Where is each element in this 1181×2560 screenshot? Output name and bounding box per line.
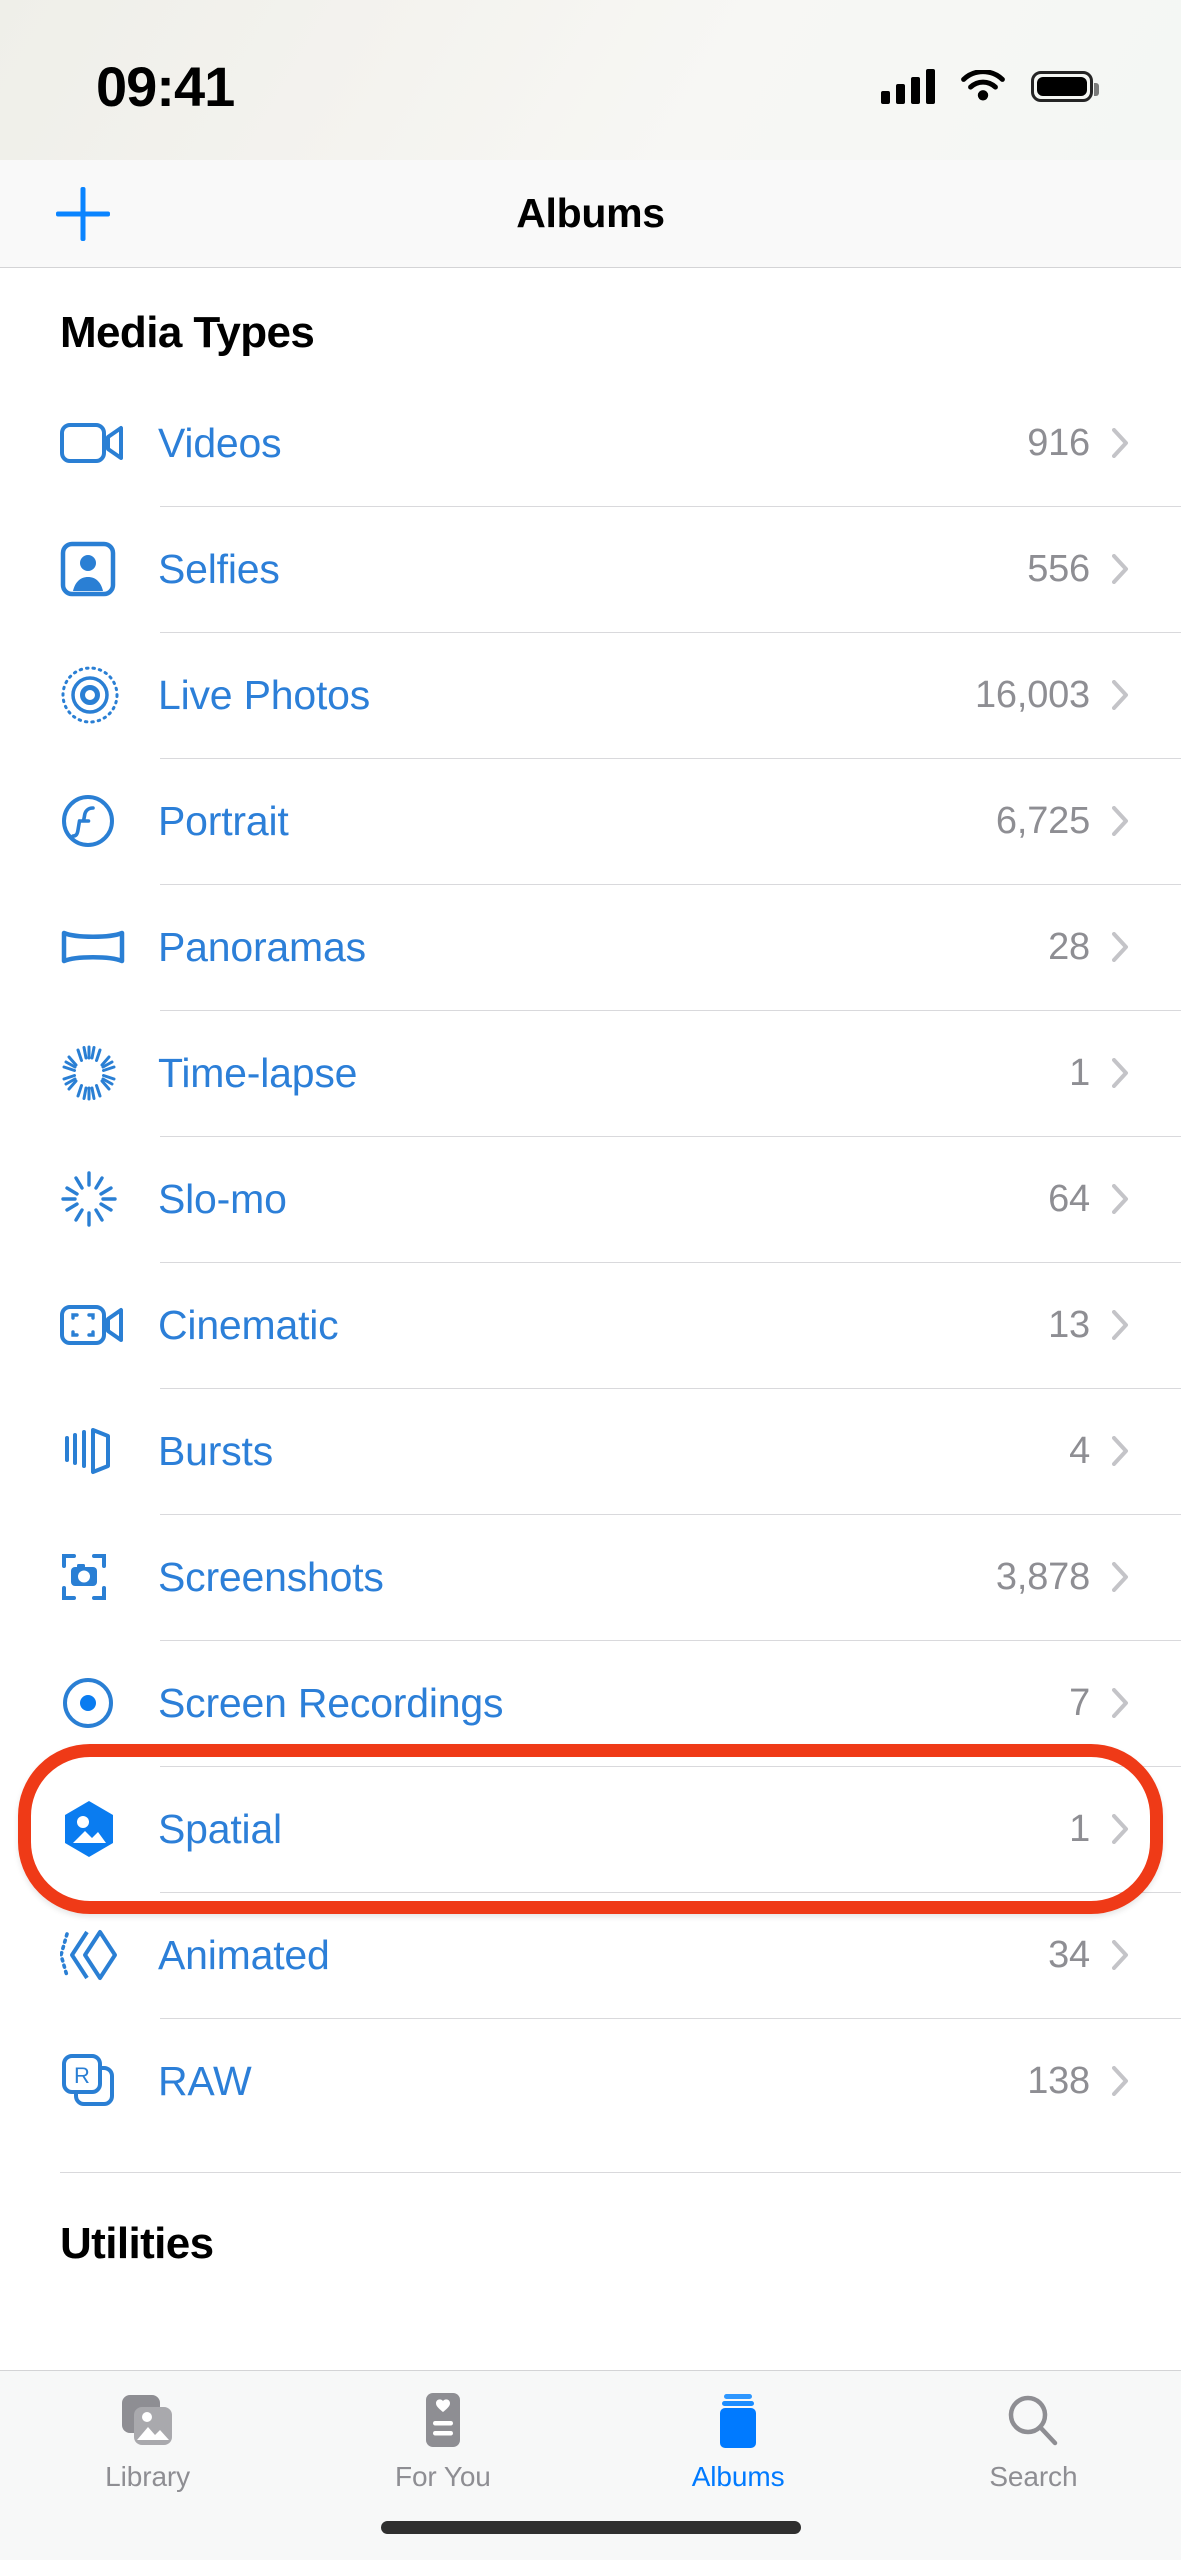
list-item-label: Animated <box>158 1931 330 1978</box>
list-item-count: 64 <box>1048 1177 1090 1220</box>
list-item-count: 4 <box>1069 1429 1090 1472</box>
list-item[interactable]: Slo-mo 64 <box>0 1136 1181 1262</box>
cinematic-video-icon <box>60 1302 132 1348</box>
list-item-count: 916 <box>1027 421 1090 464</box>
animated-diamond-icon <box>60 1927 132 1983</box>
photo-stack-icon <box>119 2389 177 2451</box>
albums-books-icon <box>712 2389 764 2451</box>
list-item[interactable]: R RAW 138 <box>0 2018 1181 2144</box>
list-item-count: 6,725 <box>995 799 1090 842</box>
chevron-right-icon <box>1112 932 1129 962</box>
list-item-count: 1 <box>1069 1807 1090 1850</box>
list-item[interactable]: Portrait 6,725 <box>0 758 1181 884</box>
list-item[interactable]: Selfies 556 <box>0 506 1181 632</box>
live-photo-icon <box>60 665 132 725</box>
albums-list: Media Types Videos 916 Selfies 556 Live … <box>0 268 1181 2370</box>
selfie-person-icon <box>60 541 132 597</box>
media-types-rows: Videos 916 Selfies 556 Live Photos 16,00 <box>0 380 1181 2144</box>
chevron-right-icon <box>1112 806 1129 836</box>
list-item-label: Selfies <box>158 545 280 592</box>
list-item-count: 1 <box>1069 1051 1090 1094</box>
chevron-right-icon <box>1112 554 1129 584</box>
chevron-right-icon <box>1112 680 1129 710</box>
chevron-right-icon <box>1112 1940 1129 1970</box>
chevron-right-icon <box>1112 1058 1129 1088</box>
list-item-count: 28 <box>1048 925 1090 968</box>
list-item-count: 16,003 <box>974 673 1090 716</box>
list-item[interactable]: Panoramas 28 <box>0 884 1181 1010</box>
list-item[interactable]: Videos 916 <box>0 380 1181 506</box>
for-you-card-icon <box>419 2389 467 2451</box>
status-bar-time: 09:41 <box>96 54 235 118</box>
list-item[interactable]: Live Photos 16,003 <box>0 632 1181 758</box>
list-item-spatial[interactable]: Spatial 1 <box>0 1766 1181 1892</box>
video-camera-icon <box>60 420 132 466</box>
chevron-right-icon <box>1112 1814 1129 1844</box>
tab-label: Library <box>105 2461 191 2492</box>
chevron-right-icon <box>1112 428 1129 458</box>
tab-label: For You <box>394 2461 491 2492</box>
list-item-label: Portrait <box>158 797 289 844</box>
search-icon <box>1005 2389 1061 2451</box>
list-item-count: 13 <box>1048 1303 1090 1346</box>
chevron-right-icon <box>1112 1688 1129 1718</box>
list-item-count: 3,878 <box>995 1555 1090 1598</box>
wifi-icon <box>961 69 1005 100</box>
list-item-label: Spatial <box>158 1805 282 1852</box>
portrait-aperture-icon <box>60 793 132 849</box>
panorama-icon <box>60 925 132 969</box>
list-item-label: RAW <box>158 2057 252 2104</box>
iphone-screen: 09:41 Albums Media Types Videos 916 Self… <box>0 0 1181 2560</box>
chevron-right-icon <box>1112 1562 1129 1592</box>
list-item-label: Screen Recordings <box>158 1679 504 1726</box>
signal-bars-icon <box>881 68 935 104</box>
list-item-label: Cinematic <box>158 1301 339 1348</box>
chevron-right-icon <box>1112 1184 1129 1214</box>
tab-search[interactable]: Search <box>886 2389 1181 2493</box>
list-item-count: 556 <box>1027 547 1090 590</box>
list-item[interactable]: Screenshots 3,878 <box>0 1514 1181 1640</box>
tab-for-you[interactable]: For You <box>295 2389 590 2493</box>
page-title: Albums <box>516 190 665 236</box>
screenshot-camera-icon <box>60 1549 132 1605</box>
status-bar: 09:41 <box>0 0 1181 160</box>
timelapse-icon <box>60 1044 132 1102</box>
chevron-right-icon <box>1112 2066 1129 2096</box>
list-item-label: Screenshots <box>158 1553 384 1600</box>
chevron-right-icon <box>1112 1436 1129 1466</box>
tab-label: Albums <box>691 2461 785 2492</box>
list-item-count: 34 <box>1048 1933 1090 1976</box>
list-item-count: 138 <box>1027 2059 1090 2102</box>
list-item-label: Slo-mo <box>158 1175 287 1222</box>
list-item-label: Bursts <box>158 1427 273 1474</box>
bursts-stack-icon <box>60 1424 132 1478</box>
chevron-right-icon <box>1112 1310 1129 1340</box>
list-item[interactable]: Cinematic 13 <box>0 1262 1181 1388</box>
list-item-label: Videos <box>158 419 282 466</box>
list-item-label: Time-lapse <box>158 1049 358 1096</box>
status-bar-indicators <box>881 68 1099 104</box>
navigation-bar: Albums <box>0 160 1181 268</box>
section-header-utilities: Utilities <box>60 2219 214 2268</box>
list-item[interactable]: Time-lapse 1 <box>0 1010 1181 1136</box>
plus-icon[interactable] <box>52 183 114 245</box>
tab-library[interactable]: Library <box>0 2389 295 2493</box>
list-item[interactable]: Animated 34 <box>0 1892 1181 2018</box>
slomo-icon <box>60 1170 132 1228</box>
list-item-label: Live Photos <box>158 671 371 718</box>
battery-full-icon <box>1031 70 1099 102</box>
list-item-count: 7 <box>1069 1681 1090 1724</box>
list-item[interactable]: Bursts 4 <box>0 1388 1181 1514</box>
list-item[interactable]: Screen Recordings 7 <box>0 1640 1181 1766</box>
home-indicator <box>380 2521 801 2534</box>
section-header-media-types: Media Types <box>60 308 315 357</box>
spatial-hexagon-icon <box>60 1799 132 1859</box>
raw-squares-icon: R <box>60 2052 132 2110</box>
screen-record-icon <box>60 1675 132 1731</box>
svg-text:R: R <box>74 2063 90 2088</box>
tab-albums[interactable]: Albums <box>591 2389 886 2493</box>
tab-label: Search <box>989 2461 1078 2492</box>
list-item-label: Panoramas <box>158 923 366 970</box>
